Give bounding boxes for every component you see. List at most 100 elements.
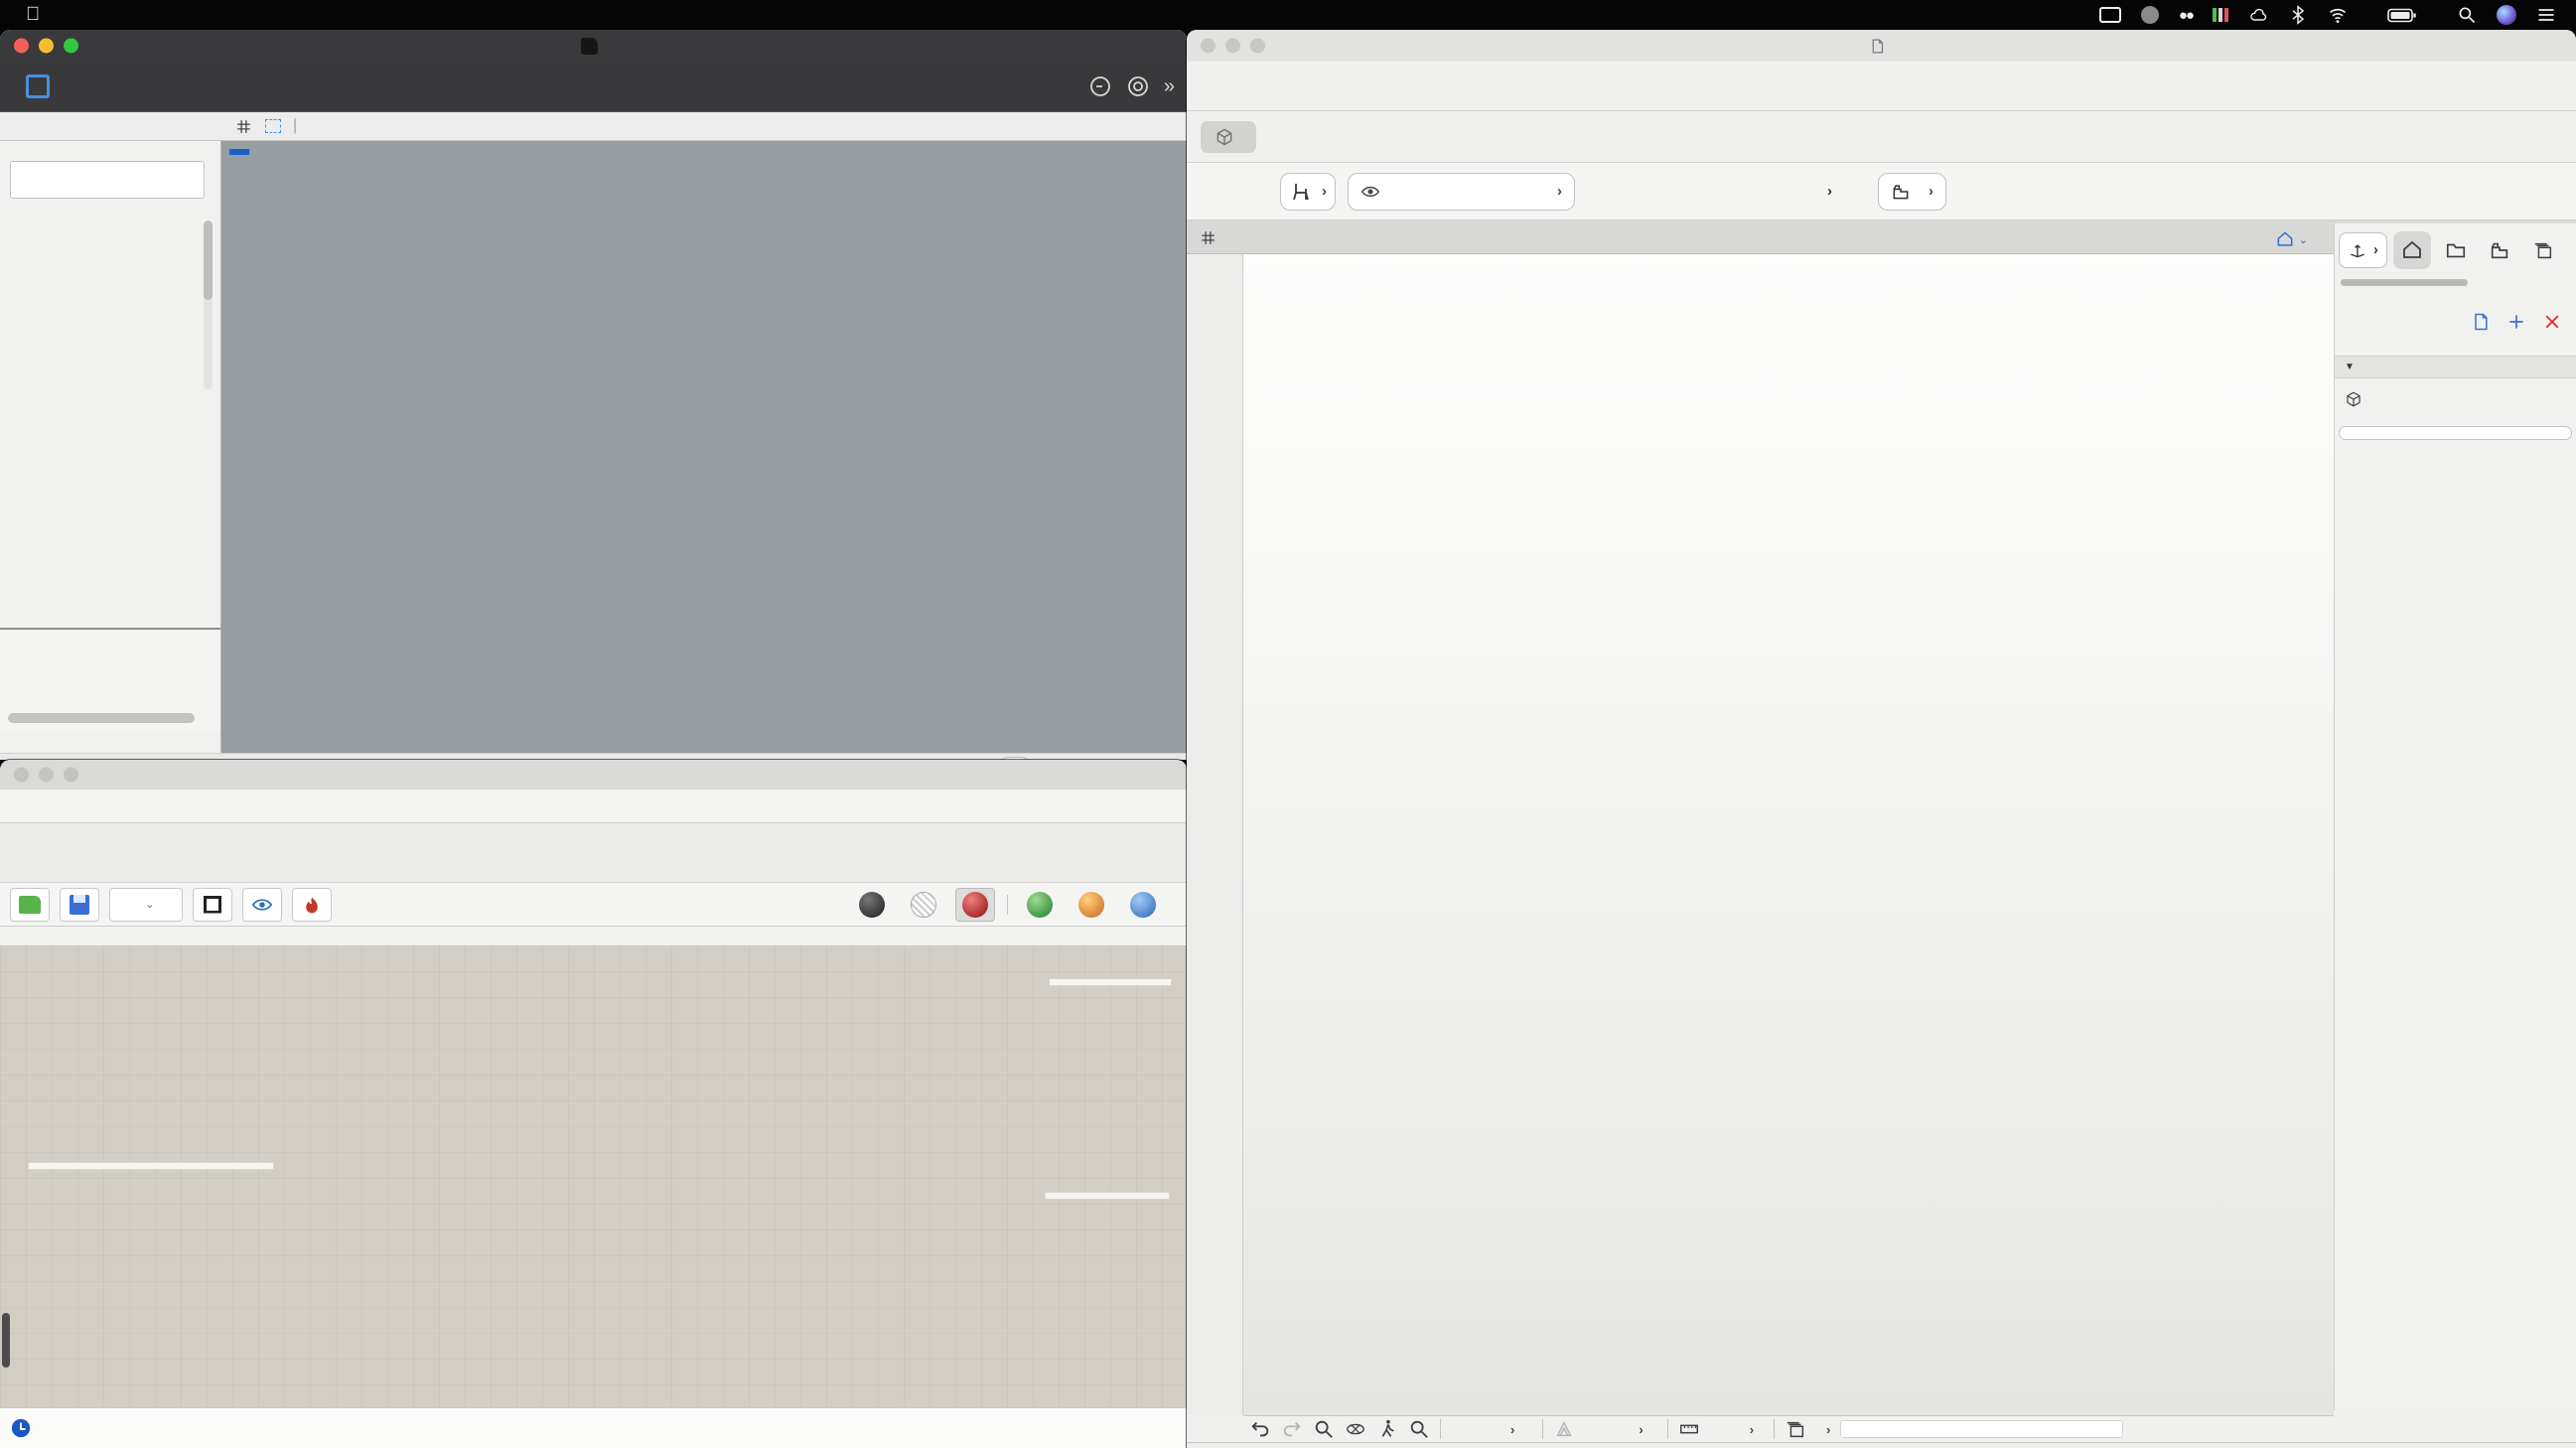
rhino-panel-icon[interactable]: [26, 74, 50, 98]
rhino-perspective-viewport[interactable]: [221, 141, 1187, 753]
solver-clock-icon: [10, 1417, 32, 1439]
explore-walk-icon[interactable]: [1376, 1418, 1398, 1440]
properties-header[interactable]: ▼: [2335, 356, 2576, 378]
view-settings-icon[interactable]: [2471, 312, 2491, 332]
navigator-publisher-button[interactable]: [2524, 231, 2562, 269]
tracker-input[interactable]: [1840, 1420, 2123, 1438]
grasshopper-menu-tabs: [0, 790, 1187, 823]
palette-scrollbar[interactable]: [204, 220, 213, 389]
minimize-button[interactable]: [39, 39, 54, 54]
minimize-button[interactable]: [39, 768, 54, 783]
archicad-3d-viewport[interactable]: [1243, 254, 2334, 1415]
tree-h-scrollbar[interactable]: [2341, 279, 2468, 286]
new-view-icon[interactable]: [2506, 312, 2526, 332]
archicad-window: › › › › ⌄: [1187, 30, 2576, 1448]
apple-menu-icon[interactable]: : [26, 4, 40, 26]
object-chevron[interactable]: ›: [1827, 183, 1832, 200]
canvas-v-scrollbar[interactable]: [2, 1313, 10, 1368]
layer-combination-icon[interactable]: [1785, 1418, 1806, 1440]
rhino-titlebar[interactable]: [0, 30, 1187, 62]
navigator-views-button[interactable]: [2437, 231, 2475, 269]
navigator-tree-button[interactable]: ›: [2339, 232, 2387, 268]
viewport-single-icon[interactable]: [265, 119, 281, 133]
scale-icon[interactable]: [1678, 1418, 1700, 1440]
quick-options-house-icon[interactable]: ⌄: [2275, 229, 2308, 249]
notification-center-icon[interactable]: [2536, 5, 2556, 25]
canvas-note-hangings: [1049, 978, 1172, 986]
close-button[interactable]: [14, 39, 29, 54]
toolbar-overflow-chevron[interactable]: »: [1164, 75, 1175, 98]
preview-eye-button[interactable]: [242, 888, 282, 922]
zoom-back-icon[interactable]: [1249, 1418, 1271, 1440]
grasshopper-canvas[interactable]: [0, 945, 1187, 1407]
tab-overview-icon[interactable]: [1199, 228, 1217, 247]
selected-only-gem[interactable]: [1020, 888, 1060, 922]
navigator-stories-button[interactable]: [2393, 231, 2431, 269]
archicad-bottom-bar: › › › ›: [1243, 1415, 2334, 1442]
spotlight-search-icon[interactable]: [2457, 5, 2477, 25]
pen-set-select[interactable]: ›: [1878, 173, 1946, 211]
viewport-grid-icon[interactable]: [234, 117, 253, 136]
rhino-window: » | ⌃⌄: [0, 30, 1187, 760]
viewport-title-badge[interactable]: [229, 149, 249, 155]
zoom-chevron[interactable]: ›: [1510, 1422, 1514, 1437]
creative-cloud-icon[interactable]: [2141, 6, 2159, 24]
siri-icon[interactable]: [2497, 5, 2516, 25]
scale-chevron[interactable]: ›: [1750, 1422, 1754, 1437]
archicad-statusbar: [1187, 1442, 2576, 1448]
zoom-button[interactable]: [1250, 39, 1265, 54]
orbit-icon[interactable]: [1345, 1418, 1366, 1440]
bake-button[interactable]: [292, 888, 332, 922]
navigator-layouts-button[interactable]: [2481, 231, 2518, 269]
minimize-button[interactable]: [1225, 39, 1240, 54]
pan-circle-icon[interactable]: [1088, 74, 1112, 98]
panel-h-scrollbar[interactable]: [8, 713, 195, 723]
perspective-icon: [2345, 390, 2362, 408]
docked-gem[interactable]: [1123, 888, 1163, 922]
menubar-status-area: ●●: [2099, 5, 2556, 25]
command-input[interactable]: [10, 161, 205, 199]
bluetooth-icon[interactable]: [2288, 5, 2308, 25]
preview-shaded-gem[interactable]: [955, 888, 995, 922]
zoom-extents-button[interactable]: [193, 888, 232, 922]
canvas-zoom-select[interactable]: ⌄: [109, 888, 183, 922]
archicad-doc-icon: [1869, 38, 1886, 55]
tool-default-button[interactable]: ›: [1280, 173, 1336, 211]
macos-menubar:  ●●: [0, 0, 2576, 30]
overlay-gem[interactable]: [1072, 888, 1111, 922]
archicad-toolbar-main: [1187, 62, 2576, 111]
preview-off-gem[interactable]: [852, 888, 892, 922]
archicad-toolbox: [1187, 254, 1243, 1415]
istat-bars-icon[interactable]: [2213, 8, 2228, 22]
grasshopper-component-toolbar: [0, 823, 1187, 883]
rhino-statusbar: ⌃⌄: [0, 753, 1187, 760]
target-circle-icon[interactable]: [1126, 74, 1150, 98]
grasshopper-titlebar[interactable]: [0, 760, 1187, 790]
zoom-button[interactable]: [64, 768, 78, 783]
wifi-icon[interactable]: [2328, 5, 2348, 25]
delete-view-icon[interactable]: [2542, 312, 2562, 332]
preview-wire-gem[interactable]: [904, 888, 943, 922]
canvas-note-bushes: [1045, 1192, 1170, 1200]
close-button[interactable]: [1201, 39, 1216, 54]
3d-window-button[interactable]: [1201, 121, 1256, 153]
layer-combination-chevron[interactable]: ›: [1826, 1422, 1830, 1437]
rhino-doc-icon: [581, 38, 598, 55]
save-file-button[interactable]: [60, 888, 99, 922]
archicad-titlebar[interactable]: [1187, 30, 2576, 62]
open-file-button[interactable]: [10, 888, 50, 922]
fit-in-window-icon[interactable]: [1408, 1418, 1430, 1440]
settings-button[interactable]: [2339, 426, 2572, 440]
close-button[interactable]: [14, 768, 29, 783]
orientation-icon[interactable]: [1553, 1418, 1575, 1440]
screen-mirroring-icon[interactable]: [2099, 7, 2121, 23]
app-dots-icon[interactable]: ●●: [2179, 7, 2193, 24]
zoom-forward-icon[interactable]: [1281, 1418, 1303, 1440]
zoom-in-icon[interactable]: [1313, 1418, 1335, 1440]
cloud-sync-icon[interactable]: [2248, 5, 2268, 25]
rhino-viewport-tabs: |: [0, 111, 1187, 141]
orientation-chevron[interactable]: ›: [1639, 1422, 1643, 1437]
layer-select[interactable]: ›: [1348, 173, 1575, 211]
zoom-button[interactable]: [64, 39, 78, 54]
grasshopper-statusbar: [0, 1407, 1187, 1448]
